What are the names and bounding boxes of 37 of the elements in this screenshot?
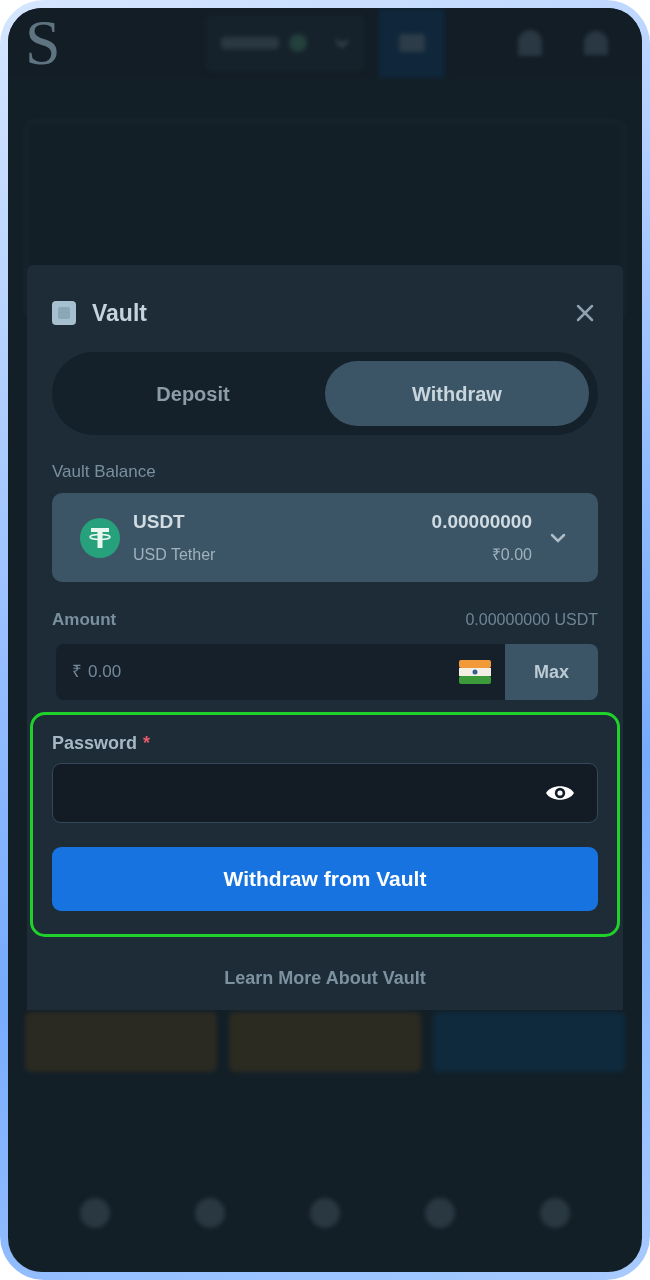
withdraw-from-vault-button[interactable]: Withdraw from Vault [52, 847, 598, 911]
amount-label: Amount [52, 610, 117, 630]
header-icon[interactable] [518, 30, 542, 56]
amount-input[interactable]: 0.00 [88, 659, 459, 685]
tab[interactable]: Withdraw [325, 361, 589, 426]
flag-icon [459, 660, 491, 684]
currency-name: USD Tether [133, 544, 216, 565]
password-field[interactable] [52, 763, 598, 823]
password-label: Password * [52, 732, 152, 755]
promo-tile[interactable] [229, 1012, 421, 1072]
eye-icon[interactable] [546, 783, 574, 803]
logo[interactable]: S [25, 8, 65, 78]
wallet-icon [398, 34, 425, 52]
amount-field[interactable]: ₹ 0.00 [56, 644, 505, 700]
nav-icon[interactable] [424, 1198, 455, 1228]
safe-icon [52, 301, 76, 325]
header-icon[interactable] [584, 31, 608, 55]
currency-selector[interactable]: USDT USD Tether 0.00000000 ₹0.00 [52, 493, 598, 582]
currency-amount: 0.00000000 [431, 510, 532, 533]
currency-fiat-value: ₹0.00 [491, 544, 532, 565]
learn-more-link[interactable]: Learn More About Vault [224, 965, 426, 992]
chevron-down-icon [550, 532, 566, 543]
promo-tile[interactable] [25, 1012, 217, 1072]
tab[interactable]: Deposit [61, 361, 325, 426]
available-amount: 0.00000000 USDT [465, 610, 598, 630]
dialog-title: Vault [92, 298, 147, 328]
nav-icon[interactable] [539, 1198, 570, 1228]
coin-icon [80, 517, 120, 558]
max-button[interactable]: Max [505, 644, 598, 700]
nav-icon[interactable] [310, 1198, 340, 1228]
vault-balance-label: Vault Balance [52, 462, 157, 482]
nav-icon[interactable] [80, 1198, 111, 1228]
close-icon[interactable] [576, 304, 594, 322]
wallet-button[interactable] [378, 8, 445, 78]
rupee-prefix: ₹ [72, 661, 82, 684]
currency-symbol: USDT [133, 510, 186, 533]
nav-icon[interactable] [195, 1198, 226, 1228]
